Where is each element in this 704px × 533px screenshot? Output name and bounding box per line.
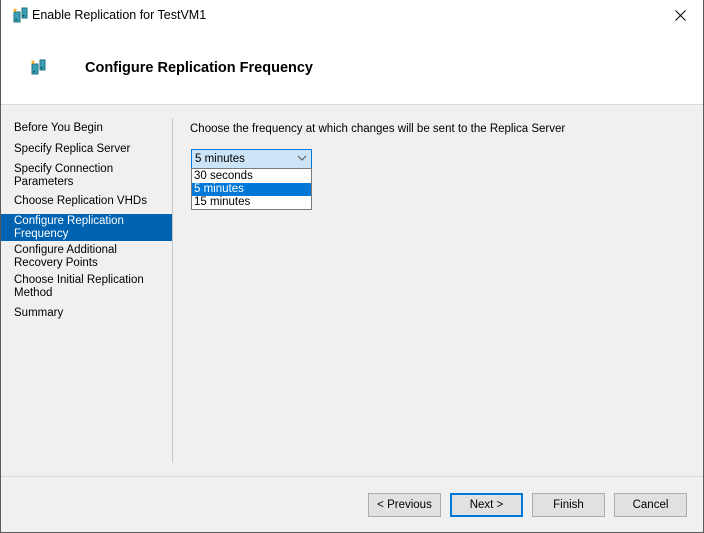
frequency-dropdown-list: 30 seconds 5 minutes 15 minutes (191, 168, 312, 210)
frequency-combobox[interactable]: 5 minutes (191, 149, 312, 169)
wizard-step-label: Specify Connection (14, 163, 114, 175)
wizard-step-label: Before You Begin (14, 122, 103, 134)
wizard-step-label: Recovery Points (14, 257, 98, 269)
frequency-instruction: Choose the frequency at which changes wi… (190, 123, 566, 135)
wizard-step-label: Method (14, 287, 53, 299)
wizard-window: Enable Replication for TestVM1 Configure… (0, 0, 704, 533)
close-button[interactable] (657, 0, 703, 31)
hyper-v-replica-icon (12, 7, 28, 23)
wizard-step-label: Parameters (14, 176, 74, 188)
wizard-step-item[interactable]: Before You Begin (1, 122, 172, 135)
dropdown-option[interactable]: 15 minutes (192, 196, 311, 209)
combo-selected-value: 5 minutes (195, 153, 245, 165)
wizard-step-item[interactable]: Choose Initial Replication Method (1, 274, 172, 300)
wizard-step-label: Frequency (14, 228, 69, 240)
chevron-down-icon (297, 155, 307, 161)
wizard-step-label: Choose Replication VHDs (14, 195, 147, 207)
wizard-step-item[interactable]: Configure Replication Frequency (1, 214, 172, 241)
close-icon (674, 10, 686, 21)
wizard-steps-nav: Before You Begin Specify Replica Server Sp… (1, 118, 173, 463)
page-title: Configure Replication Frequency (85, 60, 313, 76)
title-bar: Enable Replication for TestVM1 (1, 0, 703, 31)
wizard-step-label: Configure Replication (14, 215, 124, 227)
dropdown-option[interactable]: 5 minutes (192, 183, 311, 196)
next-button[interactable]: Next > (450, 493, 523, 517)
finish-button[interactable]: Finish (532, 493, 605, 517)
wizard-step-label: Choose Initial Replication (14, 274, 144, 286)
wizard-step-label: Configure Additional (14, 244, 117, 256)
cancel-button[interactable]: Cancel (614, 493, 687, 517)
wizard-step-item[interactable]: Configure Additional Recovery Points (1, 244, 172, 270)
dropdown-option[interactable]: 30 seconds (192, 170, 311, 183)
wizard-step-item[interactable]: Summary (1, 307, 172, 320)
hyper-v-replica-icon (30, 59, 46, 75)
footer-divider (1, 476, 703, 477)
previous-button[interactable]: < Previous (368, 493, 441, 517)
wizard-step-label: Specify Replica Server (14, 143, 131, 155)
wizard-step-label: Summary (14, 307, 64, 319)
wizard-step-item[interactable]: Specify Replica Server (1, 143, 172, 156)
page-header: Configure Replication Frequency (1, 31, 703, 105)
wizard-step-item[interactable]: Specify Connection Parameters (1, 163, 172, 189)
wizard-step-item[interactable]: Choose Replication VHDs (1, 195, 172, 208)
window-title: Enable Replication for TestVM1 (32, 8, 207, 22)
